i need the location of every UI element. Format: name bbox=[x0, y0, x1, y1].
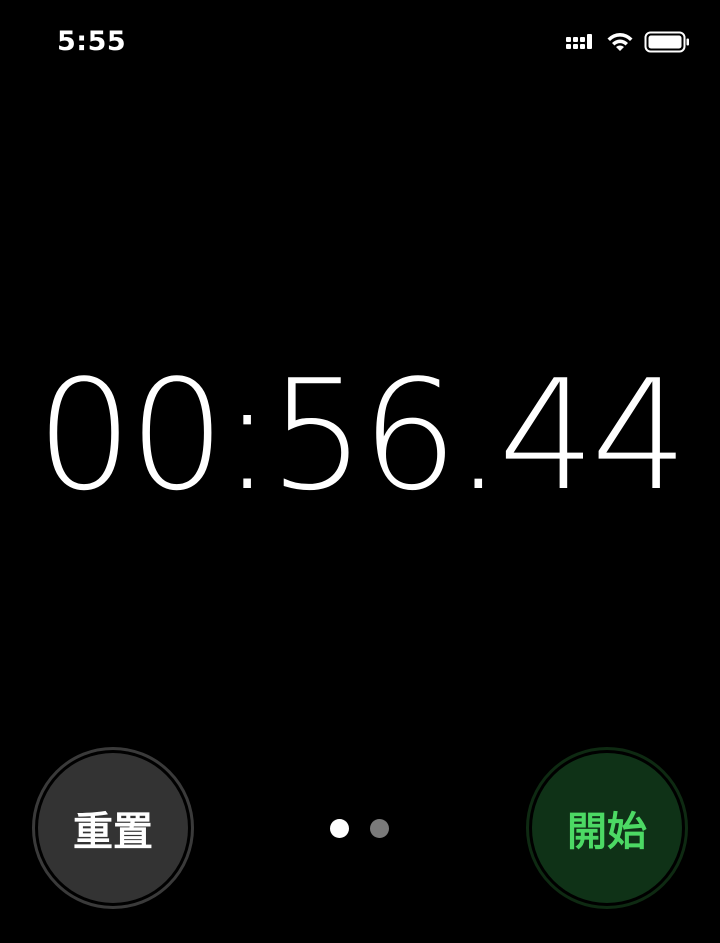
wifi-icon bbox=[606, 31, 634, 57]
page-indicator[interactable] bbox=[330, 819, 389, 838]
page-dot-active[interactable] bbox=[330, 819, 349, 838]
page-dot-inactive[interactable] bbox=[370, 819, 389, 838]
start-button[interactable]: 開始 bbox=[526, 747, 688, 909]
reset-button[interactable]: 重置 bbox=[32, 747, 194, 909]
stopwatch-time-display: 00:56.44 bbox=[36, 347, 688, 524]
status-time: 5:55 bbox=[57, 26, 127, 57]
status-bar: 5:55 bbox=[0, 0, 720, 88]
start-button-label: 開始 bbox=[532, 753, 682, 903]
reset-button-label: 重置 bbox=[38, 753, 188, 903]
battery-icon bbox=[644, 31, 690, 57]
cellular-signal-icon bbox=[566, 32, 596, 56]
status-icons bbox=[566, 30, 690, 58]
